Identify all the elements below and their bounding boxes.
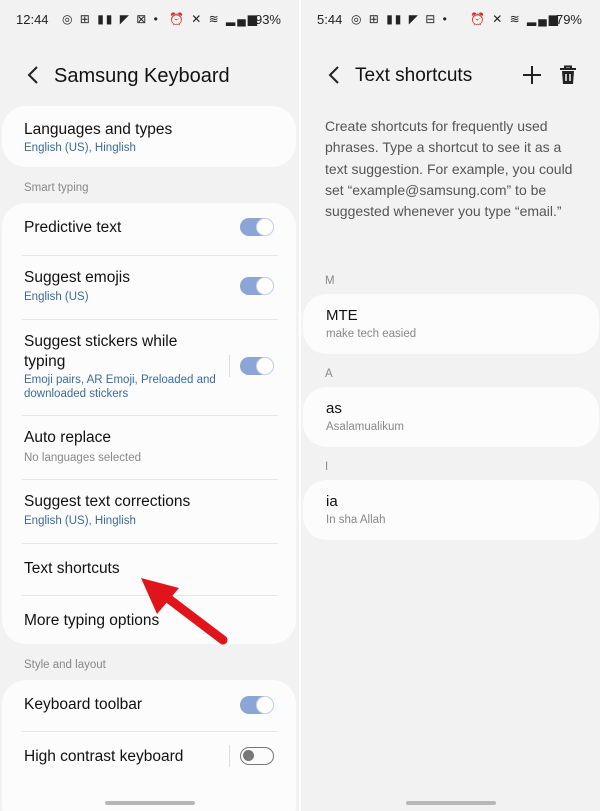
suggest-stickers-sub: Emoji pairs, AR Emoji, Preloaded and dow… xyxy=(24,374,216,400)
suggest-emojis-item[interactable]: Suggest emojis English (US) xyxy=(2,256,296,319)
section-label-style-and-layout: Style and layout xyxy=(24,659,106,671)
shortcut-text: MTE xyxy=(326,307,358,324)
status-time: 12:44 xyxy=(16,12,49,27)
languages-and-types-item[interactable]: Languages and types English (US), Hingli… xyxy=(2,106,296,167)
add-icon[interactable] xyxy=(520,63,544,87)
languages-card[interactable]: Languages and types English (US), Hingli… xyxy=(2,106,296,167)
shortcut-item-mte[interactable]: MTE make tech easied xyxy=(303,294,599,354)
shortcut-text: as xyxy=(326,400,342,417)
suggest-emojis-toggle[interactable] xyxy=(240,277,274,295)
keyboard-toolbar-item[interactable]: Keyboard toolbar xyxy=(2,680,296,731)
predictive-text-item[interactable]: Predictive text xyxy=(2,203,296,255)
text-shortcuts-label: Text shortcuts xyxy=(24,560,120,577)
shortcut-item-as[interactable]: as Asalamualikum xyxy=(303,387,599,447)
auto-replace-item[interactable]: Auto replace No languages selected xyxy=(2,416,296,479)
description-text: Create shortcuts for frequently used phr… xyxy=(325,118,573,220)
samsung-keyboard-screen: 12:44 ◎ ⊞ ▮▮ ◤ ⊠ • ⏰ ✕ ≋ ▂▄▆ 93% Samsung… xyxy=(0,0,299,811)
high-contrast-keyboard-label: High contrast keyboard xyxy=(24,748,184,765)
shortcut-item-ia[interactable]: ia In sha Allah xyxy=(303,480,599,540)
predictive-text-toggle[interactable] xyxy=(240,218,274,236)
system-icons: ⏰ ✕ ≋ ▂▄▆ xyxy=(469,12,560,26)
suggest-stickers-item[interactable]: Suggest stickers while typing Emoji pair… xyxy=(2,320,296,415)
languages-label: Languages and types xyxy=(24,121,173,138)
keyboard-toolbar-label: Keyboard toolbar xyxy=(24,696,143,713)
shortcut-text: ia xyxy=(326,493,338,510)
annotation-arrow-icon xyxy=(141,578,228,645)
auto-replace-sub: No languages selected xyxy=(24,452,141,464)
status-bar: 12:44 ◎ ⊞ ▮▮ ◤ ⊠ • ⏰ ✕ ≋ ▂▄▆ 93% xyxy=(0,0,299,38)
suggest-text-corrections-item[interactable]: Suggest text corrections English (US), H… xyxy=(2,480,296,543)
page-title: Text shortcuts xyxy=(355,65,473,86)
page-title: Samsung Keyboard xyxy=(54,65,230,87)
status-time: 5:44 xyxy=(317,12,343,27)
notification-icons: ◎ ⊞ ▮▮ ◤ ⊟ • xyxy=(351,12,449,26)
suggest-stickers-label: Suggest stickers while typing xyxy=(24,333,178,370)
suggest-emojis-sub: English (US) xyxy=(24,291,89,303)
battery-level: 79% xyxy=(555,12,582,27)
back-arrow-icon[interactable] xyxy=(323,63,347,87)
section-label-smart-typing: Smart typing xyxy=(24,182,89,194)
status-bar: 5:44 ◎ ⊞ ▮▮ ◤ ⊟ • ⏰ ✕ ≋ ▂▄▆ 79% xyxy=(301,0,600,38)
app-header: Text shortcuts xyxy=(301,55,600,99)
auto-replace-label: Auto replace xyxy=(24,429,112,446)
style-and-layout-card: Keyboard toolbar High contrast keyboard xyxy=(2,680,296,811)
high-contrast-keyboard-item[interactable]: High contrast keyboard xyxy=(2,732,296,784)
group-letter-i: I xyxy=(325,461,329,473)
system-icons: ⏰ ✕ ≋ ▂▄▆ xyxy=(168,12,259,26)
languages-value: English (US), Hinglish xyxy=(24,142,136,154)
back-arrow-icon[interactable] xyxy=(22,63,46,87)
shortcut-phrase: Asalamualikum xyxy=(326,421,404,433)
shortcut-phrase: In sha Allah xyxy=(326,514,386,526)
keyboard-toolbar-toggle[interactable] xyxy=(240,696,274,714)
gesture-bar xyxy=(405,801,496,805)
high-contrast-keyboard-toggle[interactable] xyxy=(240,747,274,765)
suggest-text-corrections-sub: English (US), Hinglish xyxy=(24,515,136,527)
text-shortcuts-screen: 5:44 ◎ ⊞ ▮▮ ◤ ⊟ • ⏰ ✕ ≋ ▂▄▆ 79% Text sho… xyxy=(301,0,600,811)
notification-icons: ◎ ⊞ ▮▮ ◤ ⊠ • xyxy=(62,12,160,26)
battery-level: 93% xyxy=(254,12,281,27)
suggest-text-corrections-label: Suggest text corrections xyxy=(24,493,191,510)
gesture-bar xyxy=(104,801,195,805)
group-letter-a: A xyxy=(325,368,333,380)
shortcut-phrase: make tech easied xyxy=(326,328,417,340)
app-header: Samsung Keyboard xyxy=(0,55,299,99)
suggest-emojis-label: Suggest emojis xyxy=(24,269,130,286)
delete-icon[interactable] xyxy=(556,63,580,87)
group-letter-m: M xyxy=(325,275,335,287)
suggest-stickers-toggle[interactable] xyxy=(240,357,274,375)
predictive-text-label: Predictive text xyxy=(24,219,122,236)
